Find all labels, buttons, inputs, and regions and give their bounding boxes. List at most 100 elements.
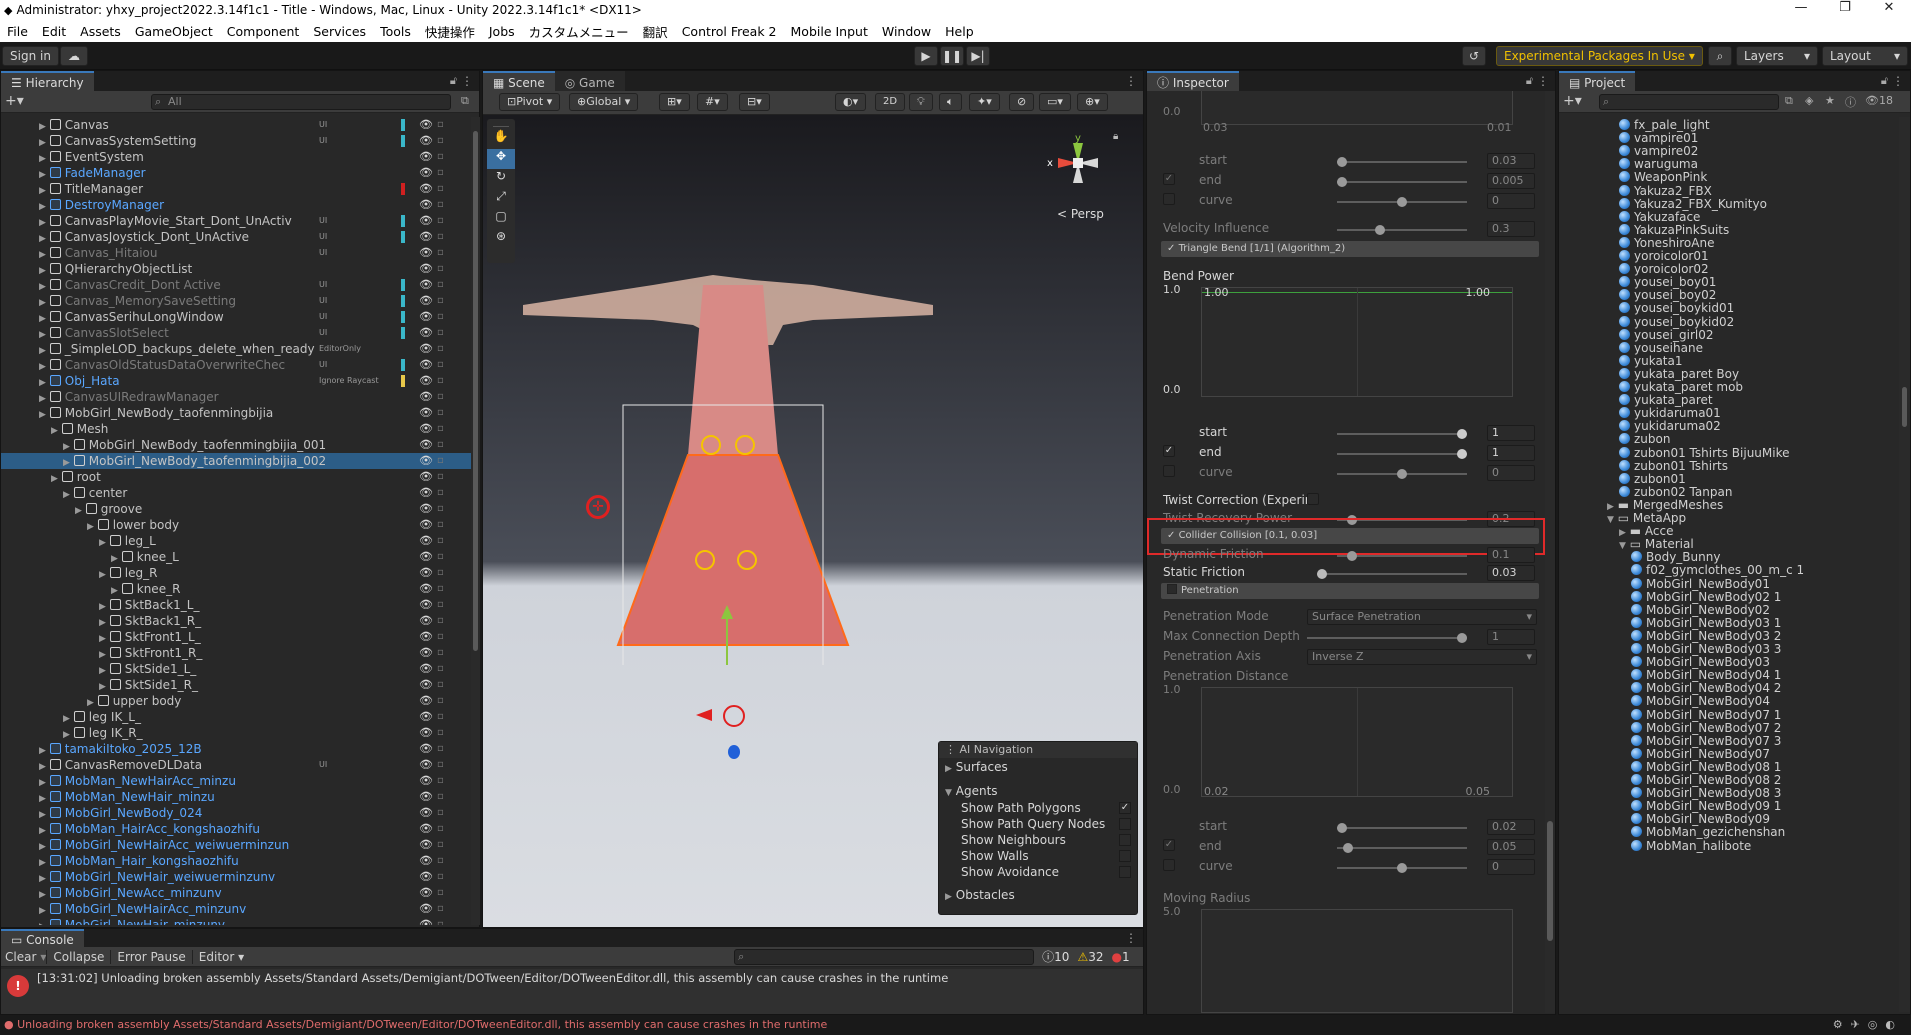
visibility-eye-icon[interactable]: 👁︎ [419, 629, 433, 645]
expand-arrow-icon[interactable]: ▶ [39, 170, 46, 180]
pick-lock-icon[interactable]: ▫ [437, 213, 444, 229]
pick-lock-icon[interactable]: ▫ [437, 821, 444, 837]
pick-lock-icon[interactable]: ▫ [437, 709, 444, 725]
hierarchy-row[interactable]: ▶ knee_L 👁︎ ▫ [1, 549, 471, 565]
hierarchy-row[interactable]: ▶ _SimpleLOD_backups_delete_when_ready Ed… [1, 341, 471, 357]
hierarchy-row[interactable]: ▶ CanvasJoystick_Dont_UnActive UI 👁︎ ▫ [1, 229, 471, 245]
max-connection-depth-slider[interactable] [1307, 633, 1467, 643]
light-gizmo-icon[interactable]: ✛ [586, 495, 610, 519]
hierarchy-search-input[interactable]: ⌕ All [151, 94, 451, 110]
hierarchy-row[interactable]: ▶ CanvasCredit_Dont Active UI 👁︎ ▫ [1, 277, 471, 293]
hierarchy-row[interactable]: ▶ MobGirl_NewBody_024 👁︎ ▫ [1, 805, 471, 821]
lock-icon[interactable]: 🔓︎ [1526, 74, 1533, 88]
overlay-option[interactable]: Show Neighbours [939, 832, 1137, 848]
perspective-label[interactable]: < Persp [1057, 207, 1104, 221]
orientation-gizmo[interactable]: y x [1033, 133, 1123, 203]
menu-item-3[interactable]: GameObject [128, 24, 220, 39]
end-value-input-2[interactable]: 1 [1487, 445, 1535, 461]
hierarchy-row[interactable]: ▶ FadeManager 👁︎ ▫ [1, 165, 471, 181]
pick-lock-icon[interactable]: ▫ [437, 357, 444, 373]
hierarchy-row[interactable]: ▶ CanvasUIRedrawManager 👁︎ ▫ [1, 389, 471, 405]
hierarchy-row[interactable]: ▶ tamakiItoko_2025_12B 👁︎ ▫ [1, 741, 471, 757]
expand-arrow-icon[interactable]: ▶ [39, 826, 46, 836]
visibility-eye-icon[interactable]: 👁︎ [419, 597, 433, 613]
end-value-input[interactable]: 0.005 [1487, 173, 1535, 189]
visibility-eye-icon[interactable]: 👁︎ [419, 117, 433, 133]
hidden-packages-icon[interactable]: ⓘ [1845, 94, 1856, 110]
search-icon[interactable]: ⌕ [1708, 46, 1732, 66]
pick-lock-icon[interactable]: ▫ [437, 725, 444, 741]
hierarchy-row[interactable]: ▶ leg IK_L_ 👁︎ ▫ [1, 709, 471, 725]
grid-icon[interactable]: #▾ [697, 93, 728, 111]
visibility-eye-icon[interactable]: 👁︎ [419, 821, 433, 837]
penetration-axis-dropdown[interactable]: Inverse Z ▾ [1307, 649, 1537, 665]
layers-dropdown[interactable]: Layers ▾ [1736, 46, 1818, 66]
move-tool-icon[interactable]: ✥ [487, 149, 515, 169]
visibility-eye-icon[interactable]: 👁︎ [419, 501, 433, 517]
pick-lock-icon[interactable]: ▫ [437, 757, 444, 773]
hierarchy-row[interactable]: ▶ groove 👁︎ ▫ [1, 501, 471, 517]
overlay-option[interactable]: Show Walls [939, 848, 1137, 864]
hierarchy-row[interactable]: ▶ lower body 👁︎ ▫ [1, 517, 471, 533]
pick-lock-icon[interactable]: ▫ [437, 581, 444, 597]
overlay-checkbox[interactable] [1119, 850, 1131, 862]
obstacles-section[interactable]: ▶ Obstacles [939, 886, 1137, 904]
expand-arrow-icon[interactable]: ▶ [39, 858, 46, 868]
hierarchy-row[interactable]: ▶ MobGirl_NewHair_minzunv 👁︎ ▫ [1, 917, 471, 925]
overlay-option[interactable]: Show Avoidance [939, 864, 1137, 880]
increment-snap-icon[interactable]: ⊟▾ [739, 93, 770, 111]
visibility-eye-icon[interactable]: 👁︎ [419, 133, 433, 149]
pick-lock-icon[interactable]: ▫ [437, 773, 444, 789]
expand-arrow-icon[interactable]: ▶ [39, 778, 46, 788]
bend-power-curve-graph[interactable]: 1.00 1.00 [1201, 286, 1513, 397]
pick-lock-icon[interactable]: ▫ [437, 389, 444, 405]
expand-arrow-icon[interactable]: ▶ [39, 234, 46, 244]
close-icon[interactable]: ✕ [1867, 0, 1911, 15]
editor-dropdown[interactable]: Editor ▾ [191, 949, 250, 964]
pick-lock-icon[interactable]: ▫ [437, 517, 444, 533]
curve-checkbox[interactable] [1163, 193, 1175, 205]
grid-snap-icon[interactable]: ⊞▾ [659, 93, 690, 111]
transform-handle-icon[interactable] [723, 705, 745, 727]
start-value-input-2[interactable]: 1 [1487, 425, 1535, 441]
hierarchy-row[interactable]: ▶ CanvasOldStatusDataOverwriteChec UI 👁︎ ▫ [1, 357, 471, 373]
velocity-influence-input[interactable]: 0.3 [1487, 221, 1535, 237]
moving-radius-curve-graph[interactable] [1201, 909, 1513, 1013]
visibility-eye-icon[interactable]: 👁︎ [419, 469, 433, 485]
collapse-arrow-icon[interactable]: ▼ [1607, 515, 1614, 525]
hierarchy-row[interactable]: ▶ EventSystem 👁︎ ▫ [1, 149, 471, 165]
pick-lock-icon[interactable]: ▫ [437, 149, 444, 165]
hierarchy-row[interactable]: ▶ QHierarchyObjectList 👁︎ ▫ [1, 261, 471, 277]
tab-project[interactable]: ▤ Project [1559, 71, 1636, 91]
pick-lock-icon[interactable]: ▫ [437, 117, 444, 133]
expand-arrow-icon[interactable]: ▶ [39, 250, 46, 260]
hierarchy-row[interactable]: ▶ CanvasRemoveDLData UI 👁︎ ▫ [1, 757, 471, 773]
pick-lock-icon[interactable]: ▫ [437, 229, 444, 245]
pick-lock-icon[interactable]: ▫ [437, 501, 444, 517]
expand-arrow-icon[interactable]: ▶ [39, 922, 46, 925]
expand-arrow-icon[interactable]: ▶ [39, 298, 46, 308]
tab-inspector[interactable]: ⓘ Inspector [1147, 71, 1239, 91]
hierarchy-row[interactable]: ▶ SktBack1_L_ 👁︎ ▫ [1, 597, 471, 613]
rotate-tool-icon[interactable]: ↻ [487, 169, 515, 189]
penetration-distance-curve-graph[interactable]: 0.02 0.05 [1201, 687, 1513, 798]
menu-item-13[interactable]: Window [875, 24, 938, 39]
visibility-eye-icon[interactable]: 👁︎ [419, 613, 433, 629]
expand-arrow-icon[interactable]: ▶ [63, 730, 70, 740]
hierarchy-row[interactable]: ▶ TitleManager 👁︎ ▫ [1, 181, 471, 197]
end-slider-2[interactable] [1337, 449, 1467, 459]
hierarchy-row[interactable]: ▶ MobGirl_NewBody_taofenmingbijia_002 👁︎ ▫ [1, 453, 471, 469]
pick-lock-icon[interactable]: ▫ [437, 325, 444, 341]
visibility-eye-icon[interactable]: 👁︎ [419, 453, 433, 469]
hierarchy-row[interactable]: ▶ knee_R 👁︎ ▫ [1, 581, 471, 597]
x-axis-handle[interactable] [696, 709, 712, 721]
hierarchy-row[interactable]: ▶ DestroyManager 👁︎ ▫ [1, 197, 471, 213]
cloud-icon[interactable]: ☁ [60, 46, 88, 66]
expand-arrow-icon[interactable]: ▶ [87, 698, 94, 708]
static-friction-slider[interactable] [1317, 569, 1467, 579]
visibility-eye-icon[interactable]: 👁︎ [419, 309, 433, 325]
visibility-eye-icon[interactable]: 👁︎ [419, 245, 433, 261]
tab-game[interactable]: ◎ Game [554, 71, 625, 91]
step-icon[interactable]: ▶| [966, 46, 990, 66]
curve-slider-2[interactable] [1337, 469, 1467, 479]
